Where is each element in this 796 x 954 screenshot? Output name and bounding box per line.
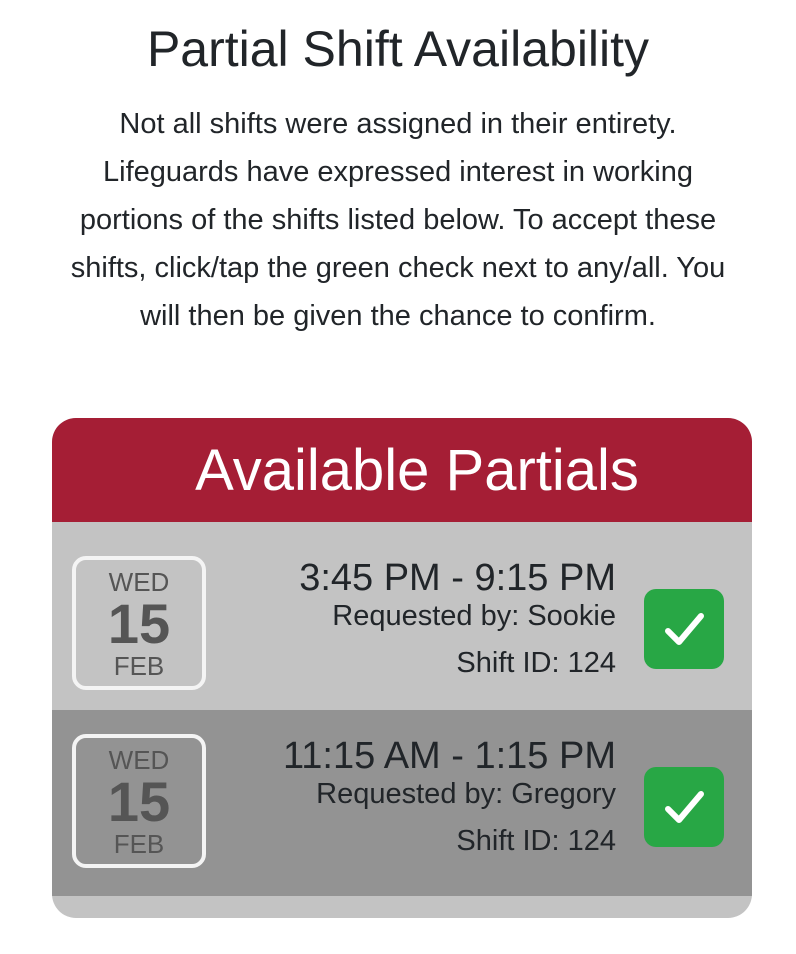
check-icon	[665, 791, 704, 823]
check-icon	[665, 613, 704, 645]
shift-requester: Requested by: Gregory	[316, 778, 616, 810]
shift-row: WED 15 FEB 3:45 PM - 9:15 PM Requested b…	[52, 522, 752, 710]
date-badge: WED 15 FEB	[72, 734, 206, 868]
shift-id: Shift ID: 124	[456, 825, 616, 857]
shift-info: 3:45 PM - 9:15 PM Requested by: Sookie S…	[236, 556, 616, 680]
card-title: Available Partials	[195, 437, 639, 503]
page-title: Partial Shift Availability	[146, 21, 650, 77]
shift-row: WED 15 FEB 11:15 AM - 1:15 PM Requested …	[52, 710, 752, 896]
shift-time: 3:45 PM - 9:15 PM	[299, 557, 616, 599]
accept-shift-button[interactable]	[644, 589, 724, 669]
date-day: 15	[107, 592, 171, 655]
shift-requester: Requested by: Sookie	[332, 600, 616, 632]
date-month: FEB	[113, 829, 165, 859]
card-header: Available Partials	[52, 418, 752, 522]
shift-time: 11:15 AM - 1:15 PM	[282, 735, 616, 777]
accept-shift-button[interactable]	[644, 767, 724, 847]
date-day: 15	[107, 770, 171, 833]
available-partials-card: Available Partials WED 15 FEB 3:45 PM - …	[52, 418, 752, 918]
intro-text: Not all shifts were assigned in their en…	[70, 108, 726, 332]
shift-info: 11:15 AM - 1:15 PM Requested by: Gregory…	[236, 734, 616, 858]
date-badge: WED 15 FEB	[72, 556, 206, 690]
date-month: FEB	[113, 651, 165, 681]
shift-id: Shift ID: 124	[456, 647, 616, 679]
